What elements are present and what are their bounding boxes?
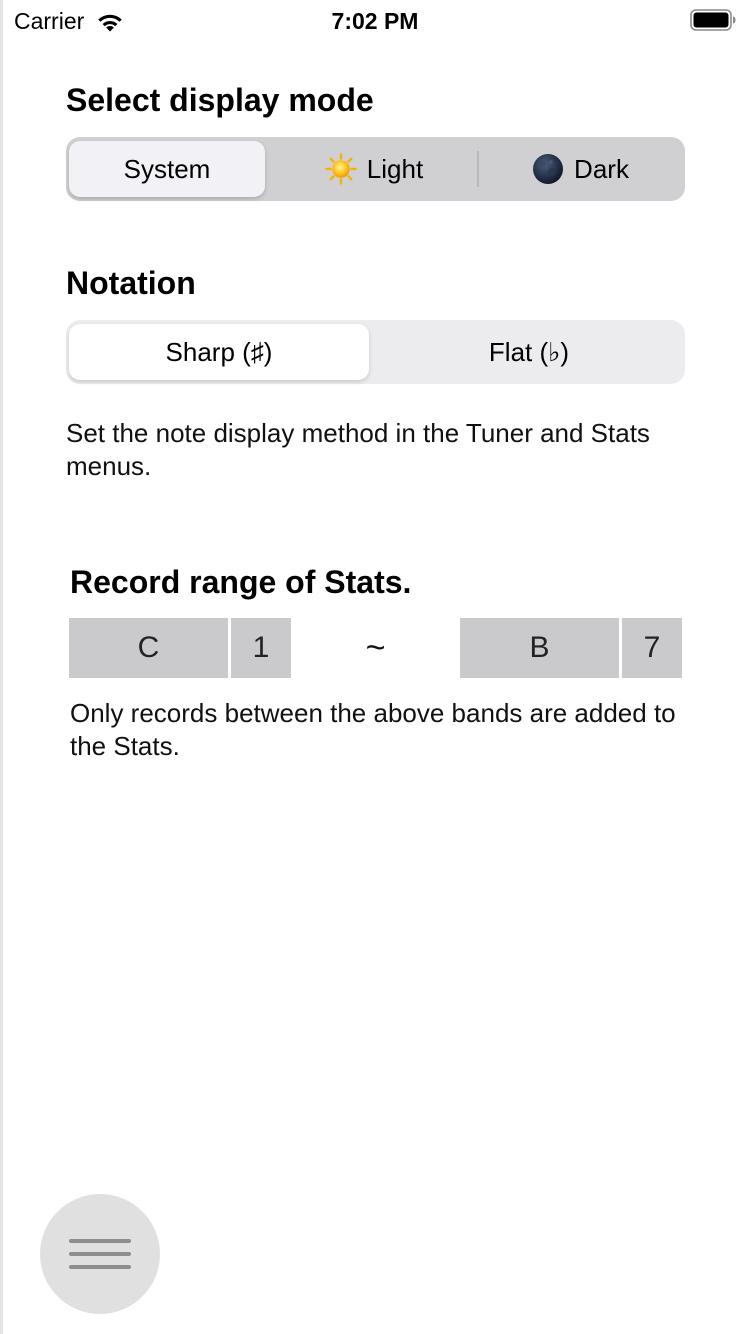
notation-description: Set the note display method in the Tuner… [66, 418, 650, 481]
record-range-title: Record range of Stats. [70, 564, 412, 600]
record-range-description: Only records between the above bands are… [70, 698, 676, 761]
range-from-note-picker[interactable]: C [69, 618, 228, 678]
notation-sharp-option[interactable]: Sharp (♯) [69, 324, 369, 380]
range-from-octave-picker[interactable]: 1 [231, 618, 291, 678]
display-mode-system-option[interactable]: System [69, 141, 265, 197]
range-to-note-value: B [529, 631, 550, 664]
display-mode-light-label: Light [366, 153, 424, 184]
moon-icon [533, 154, 564, 184]
notation-sharp-label: Sharp (♯) [165, 336, 273, 367]
menu-button[interactable] [40, 1194, 160, 1314]
hamburger-menu-icon-bar [69, 1252, 131, 1256]
hamburger-menu-icon-bar [69, 1265, 131, 1269]
display-mode-dark-label: Dark [574, 153, 629, 184]
range-to-note-picker[interactable]: B [460, 618, 619, 678]
display-mode-title: Select display mode [66, 82, 374, 118]
range-to-octave-picker[interactable]: 7 [622, 618, 682, 678]
display-mode-segmented-control: System Light Dark [66, 137, 685, 201]
notation-segmented-control: Sharp (♯) Flat (♭) [66, 320, 685, 384]
display-mode-system-label: System [123, 153, 211, 184]
notation-title: Notation [66, 265, 196, 301]
range-to-octave-value: 7 [643, 631, 661, 664]
hamburger-menu-icon [69, 1239, 131, 1243]
sun-icon [325, 153, 357, 185]
range-separator: ~ [365, 628, 386, 667]
battery-icon [690, 9, 736, 31]
display-mode-dark-option[interactable]: Dark [479, 141, 682, 197]
status-bar: Carrier 7:02 PM [0, 0, 750, 42]
notation-flat-label: Flat (♭) [488, 336, 570, 367]
range-from-octave-value: 1 [252, 631, 270, 664]
notation-flat-option[interactable]: Flat (♭) [376, 324, 682, 380]
status-time: 7:02 PM [331, 8, 419, 34]
display-mode-light-option[interactable]: Light [272, 141, 476, 197]
range-from-note-value: C [137, 631, 160, 664]
left-edge-divider [0, 0, 3, 1334]
